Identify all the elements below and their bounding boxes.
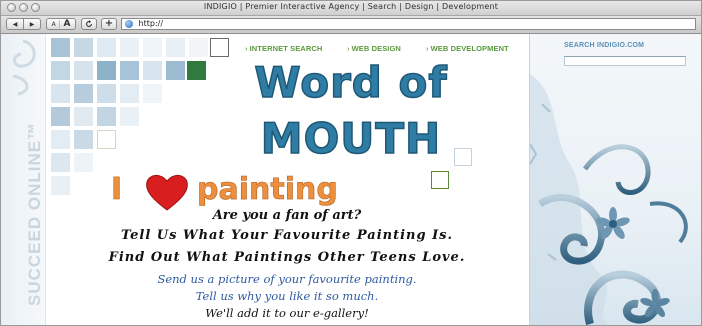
succeed-online-vertical-text: SUCCEED ONLINE™ — [25, 121, 44, 306]
mosaic-square — [51, 61, 70, 80]
mosaic-square — [74, 84, 93, 103]
text-smaller-button[interactable]: A — [52, 21, 56, 28]
mosaic-square — [143, 61, 162, 80]
nav-arrow-icon: › — [347, 44, 350, 53]
search-input[interactable] — [564, 56, 686, 66]
mosaic-square — [51, 130, 70, 149]
globe-icon — [125, 20, 133, 28]
heart-icon — [146, 175, 188, 211]
forward-button[interactable]: ▶ — [23, 18, 41, 30]
nav-item-web-design[interactable]: › WEB DESIGN — [347, 44, 401, 53]
mosaic-square — [120, 38, 139, 57]
mosaic-square-outline — [97, 130, 116, 149]
love-i-text: I — [111, 172, 123, 208]
left-decorative-strip: SUCCEED ONLINE™ — [1, 34, 46, 325]
address-text[interactable]: http:// — [139, 19, 164, 28]
send-picture-line: Send us a picture of your favourite pain… — [157, 272, 417, 286]
text-size-divider: | — [58, 19, 61, 28]
mosaic-square — [189, 38, 208, 57]
mosaic-square-green — [187, 61, 206, 80]
nav-item-web-development[interactable]: › WEB DEVELOPMENT — [426, 44, 509, 53]
mosaic-square — [120, 107, 139, 126]
nav-arrow-icon: › — [245, 44, 248, 53]
browser-toolbar: ◀ ▶ A | A + http:// — [1, 16, 701, 34]
mosaic-square — [51, 153, 70, 172]
tell-us-line: Tell Us What Your Favourite Painting Is. — [120, 228, 454, 243]
mosaic-square — [74, 153, 93, 172]
address-bar[interactable]: http:// — [121, 18, 696, 30]
e-gallery-line: We'll add it to our e-gallery! — [205, 306, 369, 320]
mosaic-square — [166, 61, 185, 80]
forward-arrow-icon: ▶ — [29, 21, 35, 28]
headline-word-of: Word of — [254, 58, 448, 107]
text-size-control[interactable]: A | A — [46, 18, 76, 30]
mosaic-square — [143, 84, 162, 103]
love-painting-text: painting — [197, 172, 338, 208]
floral-ornament-icon — [530, 74, 688, 325]
mosaic-square — [120, 84, 139, 103]
mosaic-square — [51, 176, 70, 195]
browser-window: INDIGIO | Premier Interactive Agency | S… — [0, 0, 702, 326]
mosaic-square — [97, 38, 116, 57]
headline-mouth: MOUTH — [260, 114, 442, 163]
mosaic-square — [51, 84, 70, 103]
mosaic-square — [74, 107, 93, 126]
mosaic-square — [74, 38, 93, 57]
nav-item-internet-search[interactable]: › INTERNET SEARCH — [245, 44, 322, 53]
mosaic-square — [51, 107, 70, 126]
page-content: SUCCEED ONLINE™ › INTERNET SEARCH › WEB … — [1, 34, 701, 325]
back-arrow-icon: ◀ — [12, 21, 18, 28]
text-larger-button[interactable]: A — [63, 19, 70, 29]
find-out-line: Find Out What Paintings Other Teens Love… — [108, 250, 466, 265]
plus-icon: + — [104, 18, 114, 29]
mosaic-square-outline — [431, 171, 449, 189]
mosaic-square-outline — [210, 38, 229, 57]
mosaic-square — [74, 61, 93, 80]
mosaic-square — [143, 38, 162, 57]
question-text: Are you a fan of art? — [212, 208, 362, 223]
nav-item-label: INTERNET SEARCH — [249, 44, 323, 53]
right-panel: SEARCH INDIGIO.COM — [529, 34, 701, 325]
mosaic-square — [166, 38, 185, 57]
reload-button[interactable] — [81, 18, 97, 30]
mosaic-square — [97, 107, 116, 126]
nav-item-label: WEB DEVELOPMENT — [430, 44, 509, 53]
title-bar: INDIGIO | Premier Interactive Agency | S… — [1, 1, 701, 16]
nav-arrow-icon: › — [426, 44, 429, 53]
mosaic-square — [97, 84, 116, 103]
mosaic-square — [51, 38, 70, 57]
swirl-decoration-icon — [12, 39, 36, 96]
mosaic-square — [74, 130, 93, 149]
reload-icon — [86, 20, 92, 27]
tell-why-line: Tell us why you like it so much. — [195, 289, 379, 303]
nav-item-label: WEB DESIGN — [351, 44, 401, 53]
mosaic-square — [97, 61, 116, 80]
back-button[interactable]: ◀ — [6, 18, 24, 30]
mosaic-square — [120, 61, 139, 80]
add-bookmark-button[interactable]: + — [101, 18, 117, 30]
search-label: SEARCH INDIGIO.COM — [564, 42, 645, 49]
window-title: INDIGIO | Premier Interactive Agency | S… — [203, 2, 499, 11]
